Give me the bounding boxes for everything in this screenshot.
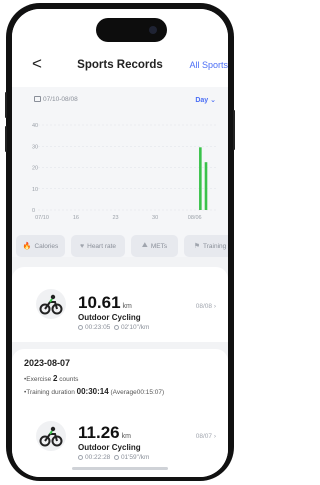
training-duration-line: •Training duration 00:30:14 (Average00:1… [24, 387, 164, 396]
distance-number: 11.26 [78, 423, 120, 442]
clock-icon [78, 455, 83, 460]
pace-icon [113, 325, 119, 330]
distance-value: 11.26 km [78, 423, 131, 443]
summary-date: 2023-08-07 [24, 358, 71, 368]
chip-label: Calories [34, 242, 59, 250]
chart-card: 07/10-08/08 Day ⌄ 40 30 20 10 0 07/10 16 23 30 0… [12, 87, 228, 257]
record-meta: 00:22:28 01'59"/km [78, 454, 149, 461]
day-summary-card: 2023-08-07 •Exercise 2 counts •Training … [12, 349, 228, 477]
record-meta: 00:23:05 02'10"/km [78, 324, 149, 331]
chip-label: Heart rate [87, 242, 117, 250]
home-indicator[interactable] [72, 467, 168, 470]
mountain-icon: ⛰ [141, 242, 148, 249]
chart-bar[interactable] [199, 147, 202, 210]
period-selector[interactable]: Day ⌄ [195, 96, 216, 104]
clock-icon [78, 325, 83, 330]
y-tick-label: 40 [32, 123, 38, 129]
sport-name: Outdoor Cycling [78, 443, 141, 452]
calendar-icon [34, 96, 41, 102]
metric-chips: 🔥 Calories ♥ Heart rate ⛰ METs ⚑ Training [16, 235, 228, 257]
y-tick-label: 30 [32, 144, 38, 150]
app-screen: < Sports Records All Sports 07/10-08/08 … [12, 9, 228, 477]
dynamic-island [96, 18, 167, 42]
pace-text: 01'59"/km [120, 454, 150, 461]
training-average: (Average00:15:07) [110, 389, 165, 396]
date-range-text: 07/10-08/08 [43, 96, 78, 103]
chevron-right-icon: › [213, 303, 216, 310]
training-prefix: •Training duration [24, 389, 77, 396]
cycling-icon [36, 421, 66, 451]
distance-value: 10.61 km [78, 293, 132, 313]
all-sports-link[interactable]: All Sports [189, 60, 228, 70]
training-chip[interactable]: ⚑ Training [184, 235, 228, 257]
record-card[interactable]: 10.61 km 08/08 › Outdoor Cycling 00:23:05… [12, 267, 228, 342]
duration-text: 00:23:05 [85, 324, 111, 331]
records-chart: 40 30 20 10 0 07/10 16 23 30 08/06 [32, 123, 218, 219]
y-tick-label: 0 [32, 208, 35, 214]
camera-icon [149, 26, 157, 34]
record-date-text: 08/08 [195, 303, 213, 310]
y-tick-label: 20 [32, 166, 38, 172]
x-tick-label: 08/06 [188, 215, 202, 219]
duration-text: 00:22:28 [85, 454, 111, 461]
exercise-count-line: •Exercise 2 counts [24, 374, 78, 383]
distance-unit: km [121, 433, 131, 440]
y-tick-label: 10 [32, 187, 38, 193]
record-date: 08/07 › [196, 433, 216, 440]
side-button [5, 92, 7, 118]
distance-unit: km [122, 303, 132, 310]
flame-icon: 🔥 [22, 243, 32, 250]
pace-text: 02'10"/km [120, 324, 150, 331]
chip-label: METs [150, 242, 168, 250]
side-button [233, 110, 235, 150]
record-date: 08/08 › [196, 303, 216, 310]
pace-icon [113, 455, 119, 460]
mets-chip[interactable]: ⛰ METs [131, 235, 178, 257]
x-tick-label: 16 [73, 215, 79, 219]
record-date-text: 08/07 [195, 433, 213, 440]
exercise-prefix: •Exercise [24, 376, 54, 383]
heart-rate-chip[interactable]: ♥ Heart rate [71, 235, 125, 257]
training-duration: 00:30:14 [76, 387, 109, 396]
period-label: Day [195, 97, 209, 104]
date-range[interactable]: 07/10-08/08 [34, 96, 78, 103]
sport-name: Outdoor Cycling [78, 313, 141, 322]
x-tick-label: 23 [112, 215, 118, 219]
cycling-icon [36, 289, 66, 319]
chevron-right-icon: › [213, 433, 216, 440]
training-icon: ⚑ [193, 243, 201, 250]
chart-bar[interactable] [204, 162, 208, 210]
exercise-suffix: counts [57, 376, 79, 383]
chip-label: Training [203, 242, 227, 250]
x-tick-label: 07/10 [35, 215, 49, 219]
side-button [5, 126, 7, 152]
distance-number: 10.61 [78, 293, 121, 312]
x-tick-label: 30 [152, 215, 158, 219]
calories-chip[interactable]: 🔥 Calories [16, 235, 65, 257]
chevron-down-icon: ⌄ [210, 97, 216, 104]
heart-icon: ♥ [79, 242, 85, 250]
